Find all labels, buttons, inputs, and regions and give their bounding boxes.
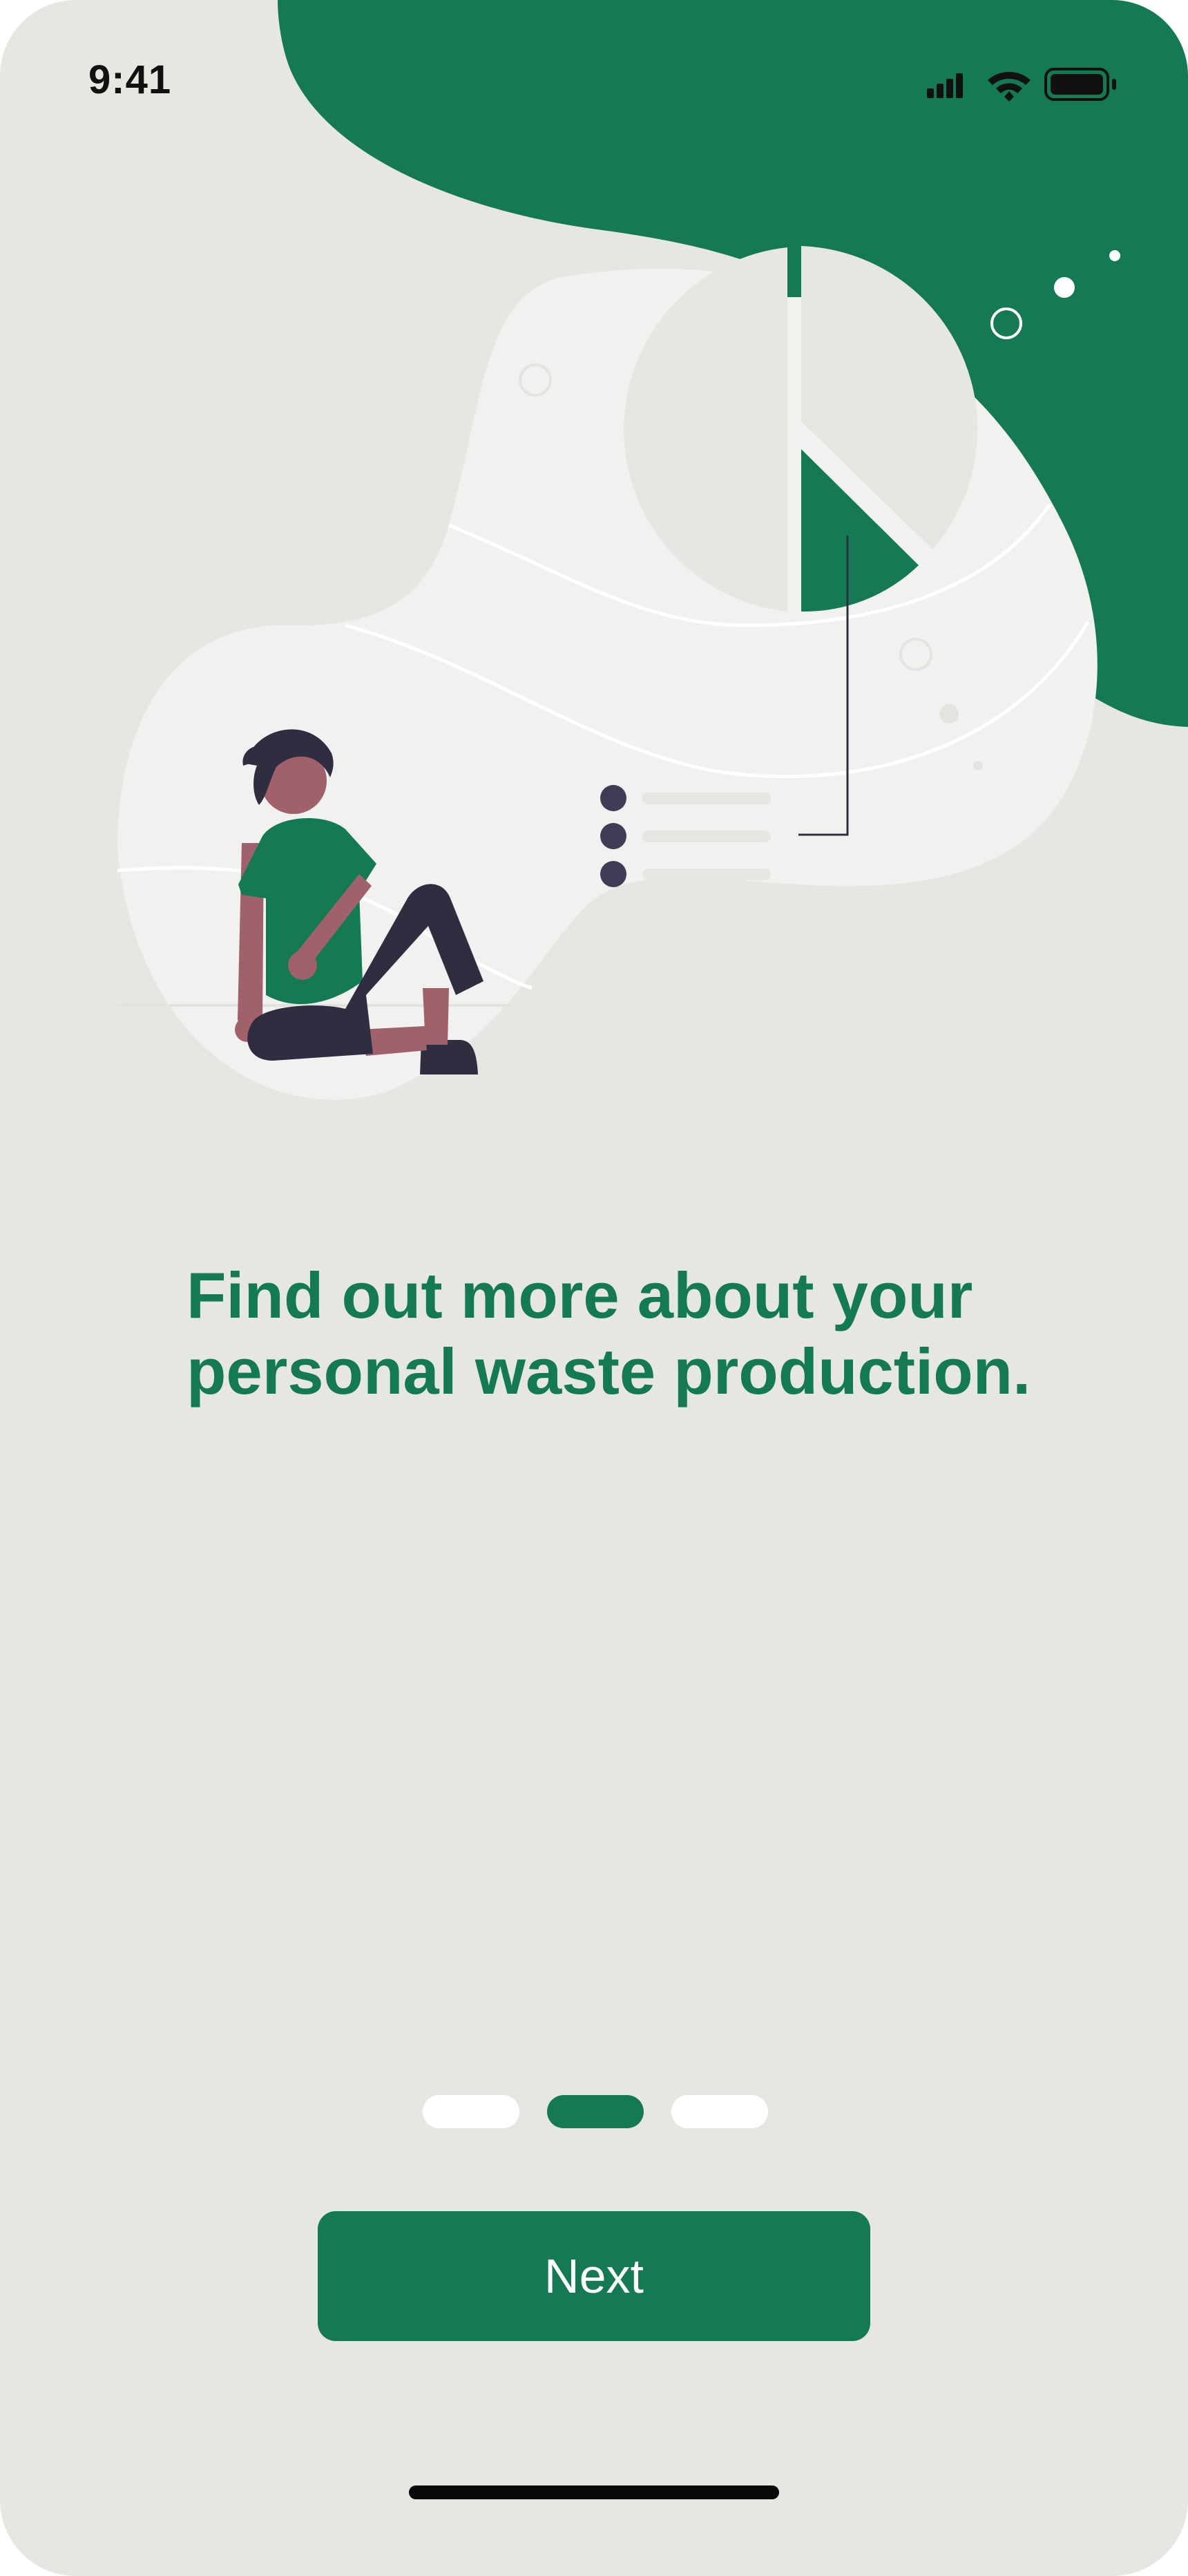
page-indicator xyxy=(423,2095,768,2128)
status-time: 9:41 xyxy=(88,57,172,102)
page-indicator-dot-1[interactable] xyxy=(423,2095,519,2128)
onboarding-headline: Find out more about your personal waste … xyxy=(186,1259,1031,1408)
decor-dot-1 xyxy=(939,704,959,723)
wifi-icon xyxy=(988,72,1031,102)
home-indicator[interactable] xyxy=(409,2485,779,2499)
status-icons xyxy=(927,68,1116,102)
pie-slice-small-green xyxy=(787,247,801,297)
page-indicator-dot-3[interactable] xyxy=(671,2095,768,2128)
next-button[interactable]: Next xyxy=(318,2211,870,2341)
page-indicator-dot-2-active[interactable] xyxy=(547,2095,644,2128)
decor-dot-white-1 xyxy=(1054,277,1075,298)
onboarding-screen: 9:41 Find out more about your personal w… xyxy=(0,0,1188,2576)
legend-list-graphic xyxy=(600,785,771,887)
decor-dot-white-2 xyxy=(1109,250,1120,261)
battery-icon xyxy=(1044,68,1116,101)
cellular-signal-icon xyxy=(927,73,963,98)
decor-dot-2 xyxy=(973,761,983,770)
